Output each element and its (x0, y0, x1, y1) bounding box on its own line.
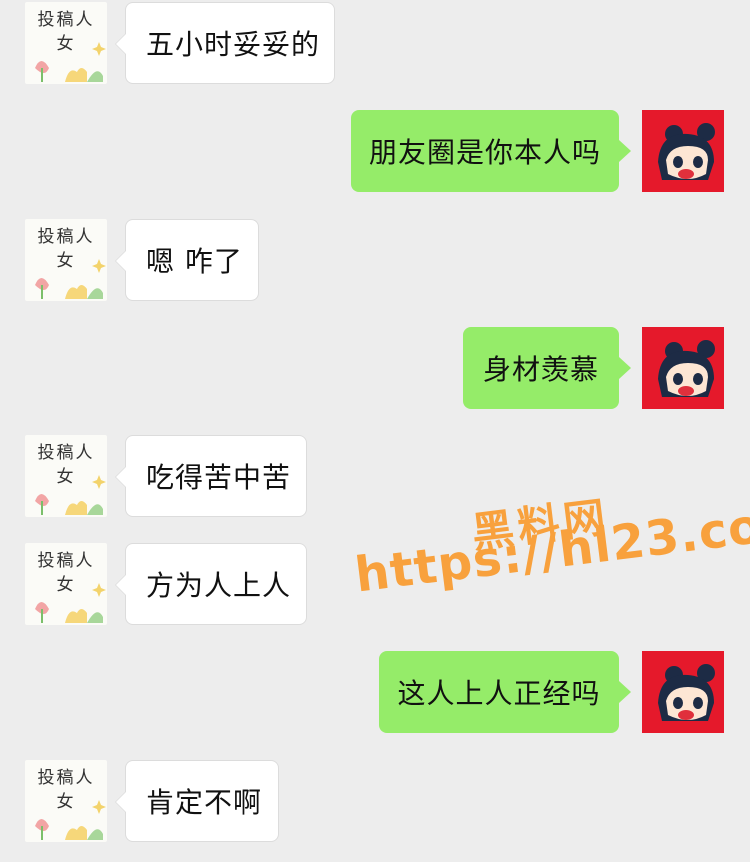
message-text: 身材羡慕 (483, 353, 600, 386)
sender-avatar[interactable]: 投稿人 女 (25, 2, 107, 84)
message-bubble[interactable]: 方为人上人 (115, 543, 307, 625)
message-text: 五小时妥妥的 (146, 28, 321, 61)
message-bubble[interactable]: 身材羡慕 (463, 327, 631, 409)
sender-avatar[interactable]: 投稿人 女 (25, 543, 107, 625)
tulip-icon (35, 475, 106, 515)
cartoon-girl-icon (642, 651, 724, 733)
message-bubble[interactable]: 肯定不啊 (115, 760, 279, 842)
sender-avatar[interactable]: 投稿人 女 (25, 435, 107, 517)
cartoon-girl-icon (642, 110, 724, 192)
message-text: 嗯 咋了 (146, 245, 243, 278)
message-text: 朋友圈是你本人吗 (369, 136, 602, 169)
message-bubble[interactable]: 五小时妥妥的 (115, 2, 335, 84)
self-avatar[interactable] (642, 651, 724, 733)
sender-avatar[interactable]: 投稿人 女 (25, 219, 107, 301)
tulip-icon (35, 583, 106, 623)
tulip-icon (35, 259, 106, 299)
self-avatar[interactable] (642, 110, 724, 192)
message-text: 这人上人正经吗 (397, 677, 601, 710)
message-bubble[interactable]: 朋友圈是你本人吗 (351, 110, 631, 192)
tulip-icon (35, 800, 106, 840)
message-text: 方为人上人 (146, 569, 292, 602)
message-bubble[interactable]: 这人上人正经吗 (379, 651, 631, 733)
message-bubble[interactable]: 嗯 咋了 (115, 219, 259, 301)
tulip-icon (35, 42, 106, 82)
message-text: 吃得苦中苦 (146, 461, 292, 494)
cartoon-girl-icon (642, 327, 724, 409)
message-text: 肯定不啊 (146, 786, 263, 819)
sender-avatar[interactable]: 投稿人 女 (25, 760, 107, 842)
message-bubble[interactable]: 吃得苦中苦 (115, 435, 307, 517)
self-avatar[interactable] (642, 327, 724, 409)
